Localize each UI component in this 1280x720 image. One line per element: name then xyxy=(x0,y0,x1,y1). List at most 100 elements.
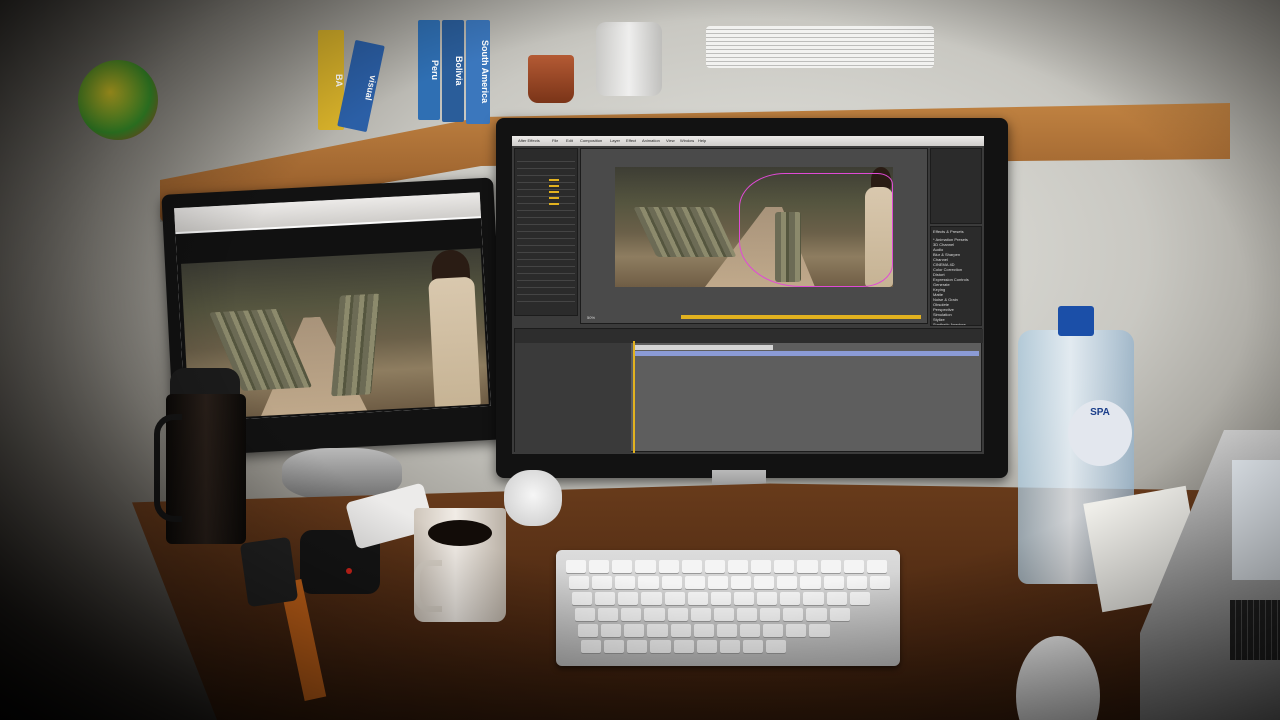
keyboard-key[interactable] xyxy=(766,640,787,653)
menu-animation[interactable]: Animation xyxy=(642,138,660,143)
keyboard-key[interactable] xyxy=(754,576,775,589)
keyboard-key[interactable] xyxy=(783,608,804,621)
key-grid[interactable] xyxy=(566,560,890,658)
after-effects-window[interactable]: After Effects File Edit Composition Laye… xyxy=(512,136,984,454)
keyboard-key[interactable] xyxy=(806,608,827,621)
keyboard-key[interactable] xyxy=(569,576,590,589)
keyboard-key[interactable] xyxy=(797,560,818,573)
mac-menubar[interactable]: After Effects File Edit Composition Laye… xyxy=(512,136,984,146)
keyboard-key[interactable] xyxy=(740,624,761,637)
comp-frame xyxy=(615,167,893,287)
keyboard-key[interactable] xyxy=(710,592,731,605)
keyboard-key[interactable] xyxy=(635,560,656,573)
keyboard-key[interactable] xyxy=(823,576,844,589)
keyboard-key[interactable] xyxy=(777,576,798,589)
menu-edit[interactable]: Edit xyxy=(566,138,573,143)
keyboard-key[interactable] xyxy=(800,576,821,589)
keyboard-key[interactable] xyxy=(618,592,639,605)
keyboard-key[interactable] xyxy=(658,560,679,573)
keyboard-key[interactable] xyxy=(595,592,616,605)
menu-file[interactable]: File xyxy=(552,138,558,143)
keyboard-key[interactable] xyxy=(829,608,850,621)
keyboard-key[interactable] xyxy=(575,608,596,621)
keyboard-key[interactable] xyxy=(734,592,755,605)
keyboard-key[interactable] xyxy=(638,576,659,589)
keyboard-key[interactable] xyxy=(774,560,795,573)
effect-controls-panel[interactable] xyxy=(514,148,578,316)
keyboard-key[interactable] xyxy=(866,560,887,573)
menu-window[interactable]: Window xyxy=(680,138,694,143)
keyboard-key[interactable] xyxy=(826,592,847,605)
keyboard-key[interactable] xyxy=(719,640,740,653)
keyboard-key[interactable] xyxy=(615,576,636,589)
keyboard-key[interactable] xyxy=(820,560,841,573)
keyboard-key[interactable] xyxy=(589,560,610,573)
keyboard-key[interactable] xyxy=(760,608,781,621)
keyboard-key[interactable] xyxy=(604,640,625,653)
keyboard-key[interactable] xyxy=(716,624,737,637)
mug-handle xyxy=(414,560,442,612)
keyboard-key[interactable] xyxy=(849,592,870,605)
keyboard-key[interactable] xyxy=(713,608,734,621)
work-area-bar[interactable] xyxy=(633,345,773,350)
menu-effect[interactable]: Effect xyxy=(626,138,636,143)
keyboard-key[interactable] xyxy=(578,624,599,637)
keyboard-key[interactable] xyxy=(664,592,685,605)
keyboard-key[interactable] xyxy=(843,560,864,573)
composition-viewer[interactable]: 50% xyxy=(580,148,928,324)
menu-layer[interactable]: Layer xyxy=(610,138,620,143)
keyboard-key[interactable] xyxy=(687,592,708,605)
keyboard-key[interactable] xyxy=(846,576,867,589)
keyboard-key[interactable] xyxy=(612,560,633,573)
menu-help[interactable]: Help xyxy=(698,138,706,143)
keyboard-key[interactable] xyxy=(661,576,682,589)
keyboard-key[interactable] xyxy=(572,592,593,605)
keyboard-key[interactable] xyxy=(707,576,728,589)
keyboard-key[interactable] xyxy=(751,560,772,573)
timeline-panel[interactable] xyxy=(514,328,983,453)
keyboard-key[interactable] xyxy=(566,560,587,573)
keyboard-key[interactable] xyxy=(673,640,694,653)
keyboard-key[interactable] xyxy=(650,640,671,653)
menu-app[interactable]: After Effects xyxy=(518,138,540,143)
roto-mask-outline[interactable] xyxy=(739,173,893,287)
keyboard-key[interactable] xyxy=(728,560,749,573)
effects-list-item[interactable]: Synthetic Aperture xyxy=(933,322,981,325)
keyboard-key[interactable] xyxy=(780,592,801,605)
keyboard-key[interactable] xyxy=(647,624,668,637)
menu-composition[interactable]: Composition xyxy=(580,138,602,143)
keyboard-key[interactable] xyxy=(803,592,824,605)
keyboard-key[interactable] xyxy=(598,608,619,621)
keyboard-key[interactable] xyxy=(601,624,622,637)
keyboard-key[interactable] xyxy=(757,592,778,605)
keyboard-key[interactable] xyxy=(621,608,642,621)
keyboard-key[interactable] xyxy=(696,640,717,653)
keyboard-key[interactable] xyxy=(869,576,890,589)
keyboard-key[interactable] xyxy=(670,624,691,637)
keyboard-key[interactable] xyxy=(743,640,764,653)
keyboard-key[interactable] xyxy=(684,576,705,589)
playhead[interactable] xyxy=(633,341,635,453)
keyboard-key[interactable] xyxy=(763,624,784,637)
menu-view[interactable]: View xyxy=(666,138,675,143)
keyboard-key[interactable] xyxy=(667,608,688,621)
keyboard-key[interactable] xyxy=(693,624,714,637)
keyboard-key[interactable] xyxy=(690,608,711,621)
keyboard-key[interactable] xyxy=(644,608,665,621)
keyboard-key[interactable] xyxy=(737,608,758,621)
keyboard[interactable] xyxy=(556,550,900,666)
keyboard-key[interactable] xyxy=(624,624,645,637)
zoom-level[interactable]: 50% xyxy=(587,315,595,320)
layer-bar[interactable] xyxy=(633,351,979,356)
keyboard-key[interactable] xyxy=(786,624,807,637)
keyboard-key[interactable] xyxy=(641,592,662,605)
timeline-toolbar[interactable] xyxy=(515,329,983,343)
keyboard-key[interactable] xyxy=(581,640,602,653)
keyboard-key[interactable] xyxy=(592,576,613,589)
keyboard-key[interactable] xyxy=(627,640,648,653)
effects-presets-panel[interactable]: Effects & Presets * Animation Presets 3D … xyxy=(930,226,982,326)
keyboard-key[interactable] xyxy=(731,576,752,589)
keyboard-key[interactable] xyxy=(681,560,702,573)
keyboard-key[interactable] xyxy=(704,560,725,573)
keyboard-key[interactable] xyxy=(809,624,830,637)
